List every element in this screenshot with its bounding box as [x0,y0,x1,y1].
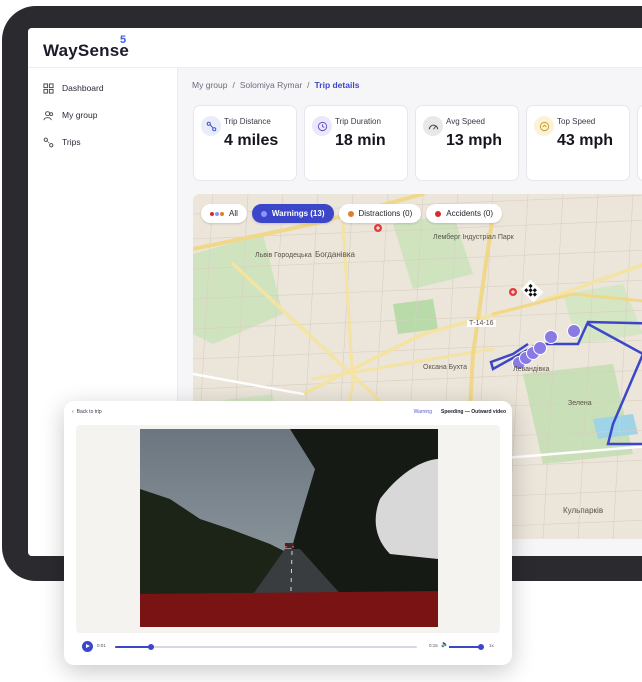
users-icon [43,110,54,120]
stat-value: 4 miles [224,132,279,149]
volume-knob[interactable] [478,644,484,650]
app-showcase: WaySense 5 Dashboard My group Trips My g… [0,0,642,682]
total-time: 0:15 [429,643,438,648]
event-video-panel: ‹ Back to trip Warning Speeding — Outwar… [64,401,512,665]
sidebar-item-dashboard[interactable]: Dashboard [43,80,104,96]
stat-card-partial [637,105,642,181]
route-icon [201,116,221,136]
video-controls: 0:01 0:15 🔈 1x [79,638,499,654]
seek-bar[interactable] [115,644,417,650]
clock-icon [312,116,332,136]
stat-label: Trip Distance [224,117,271,126]
multicolor-dot-icon [210,211,224,216]
stat-value: 18 min [335,132,386,149]
current-time: 0:01 [97,643,106,648]
filter-label: All [229,209,238,218]
sidebar-item-label: Dashboard [62,83,104,93]
seek-knob[interactable] [148,644,155,650]
top-bar: WaySense 5 [28,28,642,68]
warning-dot-icon [260,210,267,217]
volume-icon[interactable]: 🔈 [441,641,448,648]
map-label: Левандівка [513,366,550,373]
brand-logo[interactable]: WaySense [43,41,129,61]
sidebar-item-trips[interactable]: Trips [43,134,81,150]
filter-label: Warnings (13) [271,209,325,218]
dashcam-video[interactable] [140,429,438,627]
stat-card-trip-distance: Trip Distance 4 miles [193,105,297,181]
map-label: Львів Городецька [255,252,312,259]
volume-slider[interactable] [449,644,484,650]
breadcrumb-my-group[interactable]: My group [192,80,227,90]
accident-dot-icon [435,210,442,217]
play-button[interactable] [82,641,93,652]
speed-icon [534,116,554,136]
sidebar-item-my-group[interactable]: My group [43,107,97,123]
stat-card-trip-duration: Trip Duration 18 min [304,105,408,181]
playback-speed[interactable]: 1x [489,643,494,648]
seek-bar-progress [115,646,152,648]
filter-chip-warnings[interactable]: Warnings (13) [251,204,334,223]
sidebar-item-label: Trips [62,137,81,147]
route-icon [43,137,54,147]
map-label: Т-14-16 [467,320,496,327]
video-title: Speeding — Outward video [440,409,506,415]
back-to-trip-link[interactable]: ‹ Back to trip [72,409,102,415]
breadcrumb-separator: / [232,80,235,90]
stat-label: Avg Speed [446,117,485,126]
grid-icon [43,82,54,94]
warning-tag: Warning [413,409,432,415]
stat-label: Top Speed [557,117,596,126]
chevron-left-icon: ‹ [72,409,74,415]
stat-value: 13 mph [446,132,503,149]
stat-card-avg-speed: Avg Speed 13 mph [415,105,519,181]
filter-label: Accidents (0) [446,209,493,218]
stat-card-top-speed: Top Speed 43 mph [526,105,630,181]
event-filter-bar: All Warnings (13) Distractions (0) Accid… [201,204,502,223]
map-label: Кульпарків [563,506,604,515]
back-label: Back to trip [76,409,102,415]
sidebar-item-label: My group [62,110,98,120]
filter-chip-distractions[interactable]: Distractions (0) [338,204,422,223]
filter-chip-accidents[interactable]: Accidents (0) [426,204,502,223]
map-label: Богданівка [315,250,355,259]
distraction-dot-icon [347,210,354,217]
stat-value: 43 mph [557,132,614,149]
speedometer-icon [423,116,443,136]
map-label: Оксана Бухта [423,364,468,371]
dashcam-frame [140,429,438,627]
breadcrumb-current: Trip details [314,80,360,90]
filter-chip-all[interactable]: All [201,204,247,223]
breadcrumb-separator: / [307,80,310,90]
brand-mark-icon: 5 [120,34,127,46]
map-label: Зелена [568,400,592,407]
map-label: Лемберг Індустріал Парк [433,234,514,241]
stat-label: Trip Duration [335,117,381,126]
breadcrumb-driver[interactable]: Solomiya Rymar [240,80,302,90]
breadcrumb: My group / Solomiya Rymar / Trip details [192,80,359,90]
filter-label: Distractions (0) [358,209,413,218]
